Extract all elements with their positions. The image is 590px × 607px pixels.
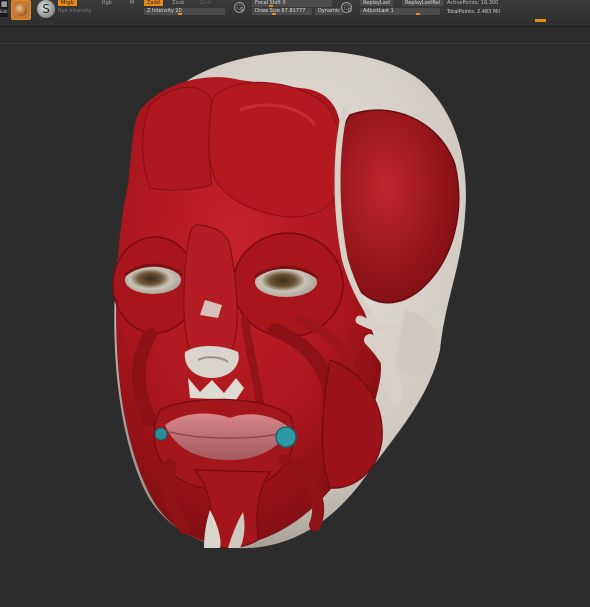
z-intensity-slider[interactable]: Z Intensity 20 [144,8,225,15]
zsub-toggle[interactable]: Zsub [172,0,184,6]
replay-last-button[interactable]: ReplayLast [360,0,394,6]
adjust-last-label: AdjustLast 1 [363,8,394,14]
adjust-last-knob[interactable] [416,13,420,15]
mrgb-toggle[interactable]: Mrgb [58,0,77,6]
material-button[interactable] [11,0,31,20]
stroke-button[interactable]: S [37,0,55,18]
rgb-toggle[interactable]: Rgb [102,0,112,6]
total-points-readout: TotalPoints: 2.483 Mil [447,9,500,15]
viewport-canvas[interactable] [0,27,590,607]
head-model [112,50,466,549]
dynamic-toggle[interactable]: Dynamic [315,8,344,15]
edit-icon: ▦ [1,0,8,8]
focal-shift-knob[interactable] [269,5,273,7]
draw-size-knob[interactable] [272,13,276,15]
z-intensity-knob[interactable] [178,13,182,15]
modiolus-right-marker [275,426,297,448]
nasalis [183,224,238,368]
z-intensity-label: Z Intensity 20 [147,8,182,14]
top-toolbar: ▦ Edit S Mrgb Rgb M Rgb Intensity Zadd Z… [0,0,590,27]
rgb-intensity-slider[interactable]: Rgb Intensity [58,8,91,14]
zcut-toggle[interactable]: Zcut [200,0,211,6]
d-icon: D [348,8,352,14]
material-swatch-icon [11,0,31,20]
active-points-readout: ActivePoints: 16,300 [447,0,499,6]
replay-last-rel-button[interactable]: ReplayLastRel [402,0,444,6]
modiolus-left-marker [154,427,168,441]
orange-indicator [535,19,546,22]
s-size-icon: S [240,7,244,13]
draw-size-label: Draw Size 67.81777 [255,8,306,14]
draw-size-slider[interactable]: Draw Size 67.81777 [252,8,312,15]
stroke-icon: S [37,0,55,18]
edit-label: Edit [0,9,8,14]
m-toggle[interactable]: M [130,0,134,6]
zadd-toggle[interactable]: Zadd [144,0,163,6]
focal-shift-slider[interactable]: Focal Shift 0 [252,0,332,7]
frontalis-left [142,86,213,191]
adjust-last-slider[interactable]: AdjustLast 1 [360,8,440,15]
